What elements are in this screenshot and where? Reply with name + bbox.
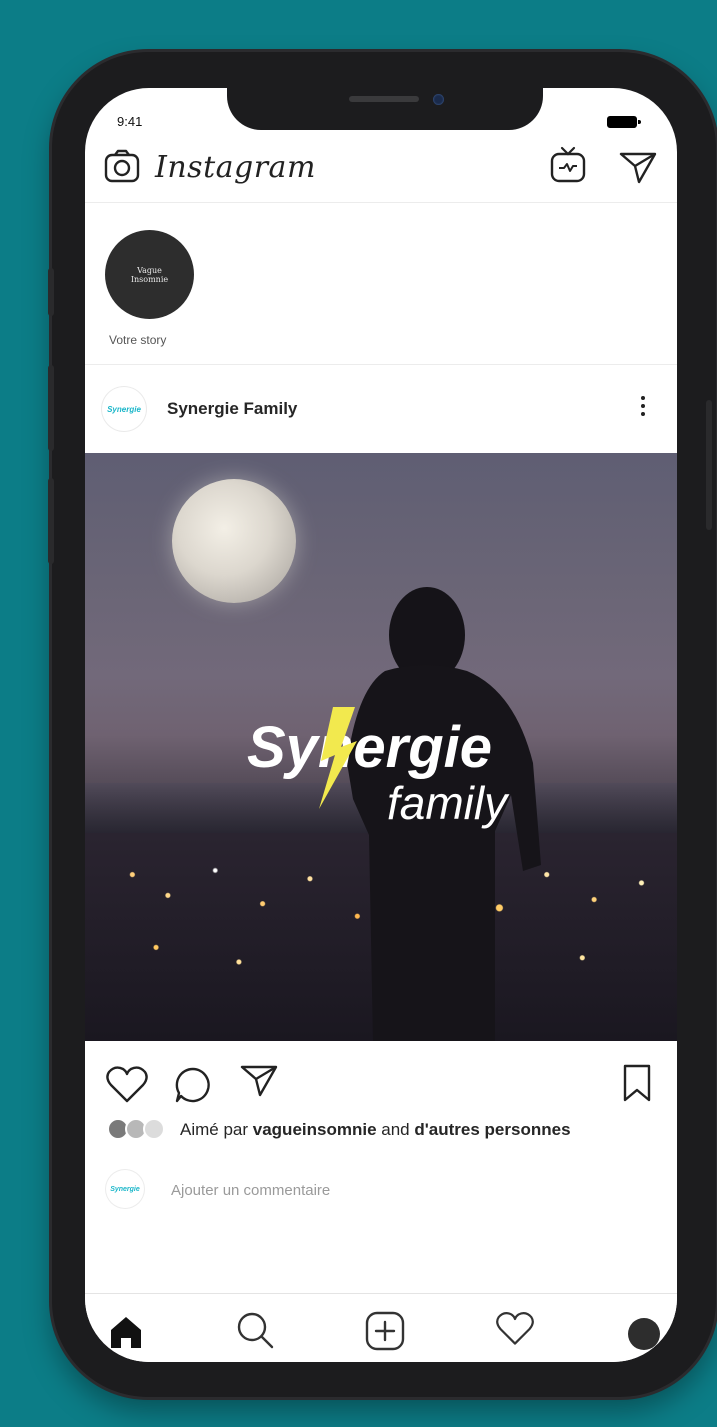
likes-connector: and [381, 1120, 410, 1139]
more-options-icon[interactable] [640, 396, 646, 420]
liked-by-others[interactable]: d'autres personnes [414, 1120, 570, 1139]
heart-icon[interactable] [105, 1065, 149, 1110]
stories-tray: Vague Insomnie Votre story [85, 203, 677, 365]
liker-avatar [143, 1118, 165, 1140]
igtv-icon[interactable] [548, 145, 588, 190]
add-post-icon[interactable] [364, 1310, 406, 1357]
battery-icon [607, 116, 641, 128]
moon [172, 479, 296, 603]
phone-screen: 9:41 Instagram Vague Insomnie Votre stor… [85, 88, 677, 1362]
synergie-family-logo: Synergie family [247, 707, 510, 829]
post-image[interactable]: Synergie family [85, 453, 677, 1041]
logo-word-family: family [387, 777, 510, 829]
liked-by-user[interactable]: vagueinsomnie [253, 1120, 377, 1139]
your-story-avatar[interactable]: Vague Insomnie [105, 230, 194, 319]
post-author-name[interactable]: Synergie Family [167, 399, 297, 419]
share-icon[interactable] [239, 1061, 279, 1104]
profile-icon[interactable] [628, 1318, 660, 1350]
likes-summary[interactable]: Aimé par vagueinsomnie and d'autres pers… [85, 1110, 677, 1150]
likes-text: Aimé par vagueinsomnie and d'autres pers… [180, 1120, 571, 1140]
add-comment-row: Synergie Ajouter un commentaire [85, 1163, 677, 1215]
notch [227, 88, 543, 130]
activity-icon[interactable] [495, 1310, 535, 1353]
logo-word-synergie: Synergie [247, 715, 492, 780]
front-camera [433, 94, 444, 105]
volume-down-button [48, 478, 54, 564]
status-time: 9:41 [117, 114, 143, 129]
comment-icon[interactable] [173, 1065, 213, 1110]
post-header: Synergie Synergie Family [85, 365, 677, 453]
post-author-avatar[interactable]: Synergie [101, 386, 147, 432]
search-icon[interactable] [235, 1310, 275, 1355]
comment-avatar: Synergie [105, 1169, 145, 1209]
power-button [706, 400, 712, 530]
speaker [349, 96, 419, 102]
likes-prefix: Aimé par [180, 1120, 249, 1139]
app-title: Instagram [155, 150, 316, 185]
comment-input[interactable]: Ajouter un commentaire [171, 1182, 330, 1199]
direct-send-icon[interactable] [618, 148, 658, 191]
home-icon[interactable] [107, 1314, 145, 1355]
your-story-label: Votre story [109, 333, 167, 347]
mute-switch [48, 268, 54, 316]
post-actions [85, 1041, 677, 1111]
camera-icon[interactable] [103, 148, 141, 191]
app-header: Instagram [85, 140, 677, 203]
bookmark-icon[interactable] [621, 1063, 653, 1108]
volume-up-button [48, 365, 54, 451]
bottom-tab-bar [85, 1293, 677, 1362]
